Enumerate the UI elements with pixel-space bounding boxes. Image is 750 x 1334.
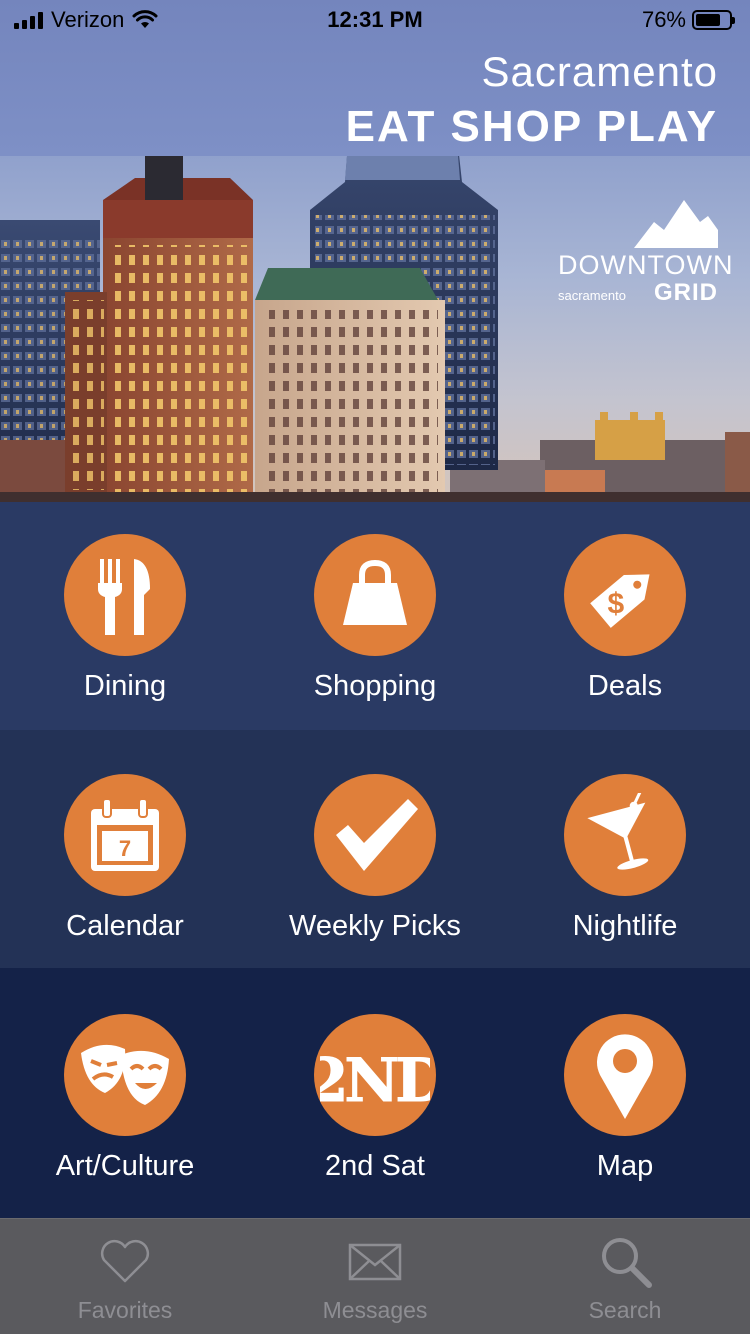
tab-favorites[interactable]: Favorites: [0, 1219, 250, 1334]
tagline: EAT SHOP PLAY: [345, 102, 718, 151]
battery-percent: 76%: [641, 7, 686, 32]
2nd-icon: 2ND: [314, 1014, 436, 1136]
tab-bar: Favorites Messages Search: [0, 1218, 750, 1334]
art-culture-label: Art/Culture: [55, 1150, 195, 1182]
downtown-grid-logo: DOWNTOWN sacramento GRID: [558, 196, 734, 307]
battery-icon: [692, 10, 735, 30]
2nd-sat-label: 2nd Sat: [325, 1150, 425, 1182]
menu-row-1: Dining Shopping $ Deals: [0, 502, 750, 730]
martini-icon: [564, 774, 686, 896]
hero-title: Sacramento EAT SHOP PLAY: [346, 48, 718, 152]
dining-label: Dining: [83, 670, 167, 702]
shopping-label: Shopping: [313, 670, 437, 702]
tab-messages-label: Messages: [322, 1297, 428, 1323]
dining-button[interactable]: Dining: [0, 502, 250, 730]
calendar-button[interactable]: 7 Calendar: [0, 730, 250, 968]
weekly-picks-label: Weekly Picks: [289, 910, 461, 942]
nightlife-button[interactable]: Nightlife: [500, 730, 750, 968]
map-label: Map: [596, 1150, 654, 1182]
carrier-label: Verizon: [51, 7, 125, 32]
hero-banner: Sacramento EAT SHOP PLAY DOWNTOWN sacram…: [0, 0, 750, 502]
art-culture-button[interactable]: Art/Culture: [0, 968, 250, 1218]
wifi-icon: [132, 10, 158, 28]
checkmark-icon: [314, 774, 436, 896]
calendar-day-text: 7: [119, 836, 131, 861]
status-bar: Verizon 12:31 PM 76%: [0, 0, 750, 40]
shopping-bag-icon: [314, 534, 436, 656]
menu-row-3: Art/Culture 2ND 2nd Sat Map: [0, 968, 750, 1218]
envelope-icon: [348, 1243, 402, 1281]
deals-button[interactable]: $ Deals: [500, 502, 750, 730]
2nd-sat-button[interactable]: 2ND 2nd Sat: [250, 968, 500, 1218]
tab-search-label: Search: [588, 1297, 662, 1323]
logo-downtown-text: DOWNTOWN: [558, 250, 734, 280]
theater-masks-icon: [64, 1014, 186, 1136]
fork-knife-icon: [64, 534, 186, 656]
city-name: Sacramento: [481, 48, 718, 95]
logo-sacramento-text: sacramento: [558, 288, 626, 303]
deals-label: Deals: [587, 670, 663, 702]
mountain-logo-icon: [634, 200, 718, 248]
logo-grid-text: GRID: [654, 279, 718, 306]
tab-search[interactable]: Search: [500, 1219, 750, 1334]
nightlife-label: Nightlife: [572, 910, 678, 942]
svg-text:$: $: [607, 588, 624, 621]
tab-favorites-label: Favorites: [77, 1297, 173, 1323]
map-button[interactable]: Map: [500, 968, 750, 1218]
calendar-icon: 7: [64, 774, 186, 896]
cellular-signal-icon: [14, 11, 43, 29]
weekly-picks-button[interactable]: Weekly Picks: [250, 730, 500, 968]
tab-messages[interactable]: Messages: [250, 1219, 500, 1334]
2nd-icon-text: 2ND: [320, 1046, 430, 1115]
heart-icon: [100, 1239, 150, 1283]
map-pin-icon: [564, 1014, 686, 1136]
search-icon: [602, 1238, 652, 1288]
menu-row-2: 7 Calendar Weekly Picks Nightlife: [0, 730, 750, 968]
price-tag-icon: $: [564, 534, 686, 656]
calendar-label: Calendar: [66, 910, 184, 942]
shopping-button[interactable]: Shopping: [250, 502, 500, 730]
